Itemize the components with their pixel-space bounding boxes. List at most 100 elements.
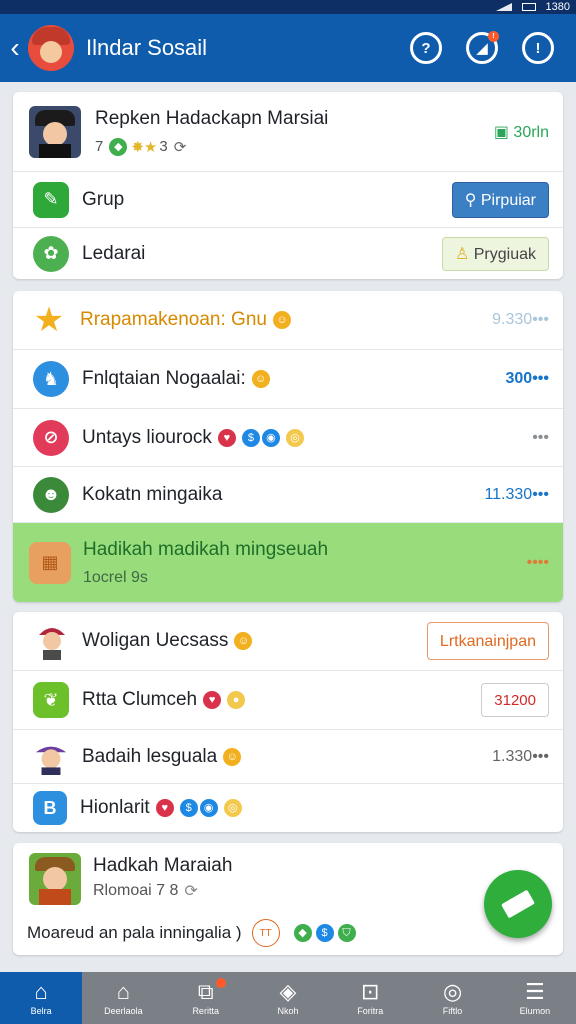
signal-icon bbox=[495, 3, 512, 11]
notification-badge: ! bbox=[488, 31, 499, 42]
post-card: Hadkah Maraiah Rlomoai 7 8 ⟳ Moareud an … bbox=[13, 843, 563, 955]
help-chat-icon[interactable]: ? bbox=[410, 32, 442, 64]
list-item[interactable]: Badaih lesguala ☺ 1.330••• bbox=[13, 730, 563, 784]
highlight-row[interactable]: ▦ Hadikah madikah mingseuah 1ocrel 9s ••… bbox=[13, 523, 563, 602]
emoji-icon: ☺ bbox=[272, 311, 291, 329]
user-icon: ⚲ bbox=[464, 191, 477, 209]
leader-label: Ledarai bbox=[82, 242, 146, 264]
badge-icon: $ bbox=[241, 428, 260, 447]
coin-icon: ◎ bbox=[285, 428, 304, 447]
leaf-icon: ◆ bbox=[109, 137, 128, 156]
nav-item-menu[interactable]: ☰ Elumon bbox=[494, 972, 576, 1024]
highlight-more[interactable]: •••• bbox=[527, 554, 549, 572]
home-icon: ⌂ bbox=[116, 979, 131, 1004]
heart-icon: ♥ bbox=[217, 428, 236, 447]
compose-button[interactable] bbox=[484, 870, 552, 938]
notification-badge bbox=[215, 978, 226, 988]
coin-icon: ◎ bbox=[223, 799, 242, 817]
list-item[interactable]: ★ Rrapamakenoan: Gnu ☺ 9.330••• bbox=[13, 291, 563, 350]
balance: ▣ 30rln bbox=[493, 123, 549, 141]
sync-icon: ⟳ bbox=[173, 138, 187, 156]
layers-icon: ◈ bbox=[279, 979, 297, 1004]
list-item[interactable]: ❦ Rtta Clumceh ♥ ● 31200 bbox=[13, 671, 563, 730]
bell-icon: ♙ bbox=[454, 245, 470, 263]
list-item[interactable]: B Hionlarit ♥ $ ◉ ◎ bbox=[13, 784, 563, 832]
meta-count: 7 bbox=[95, 138, 104, 155]
coin-icon: ● bbox=[227, 691, 246, 709]
group-action-button[interactable]: ⚲ Pirpuiar bbox=[451, 181, 549, 218]
emoji-icon: ☺ bbox=[234, 632, 253, 650]
badge-icon: ◉ bbox=[199, 799, 218, 817]
friends-card: Woligan Uecsass ☺ Lrtkanainjpan ❦ Rtta C… bbox=[13, 612, 563, 832]
target-icon: ⊘ bbox=[33, 419, 69, 456]
emoji-icon: ☺ bbox=[251, 370, 270, 388]
badge-icon: ◆ bbox=[293, 924, 312, 942]
nav-item-explore[interactable]: ⌂ Deerlaola bbox=[82, 972, 164, 1024]
user-circle-icon: ♞ bbox=[33, 361, 69, 397]
menu-icon: ☰ bbox=[524, 979, 545, 1004]
nav-item-layers[interactable]: ◈ Nkoh bbox=[247, 972, 329, 1024]
list-value: ••• bbox=[532, 428, 549, 446]
friend-action-button[interactable]: Lrtkanainjpan bbox=[426, 622, 549, 660]
avatar bbox=[35, 623, 69, 660]
shield-icon: ⛉ bbox=[337, 924, 356, 942]
leaf-icon: ✎ bbox=[33, 181, 69, 218]
profile-row[interactable]: Repken Hadackapn Marsiai 7 ◆ ✸★ 3 ⟳ ▣ 30… bbox=[13, 92, 563, 172]
home-outline-icon: ⌂ bbox=[34, 979, 48, 1004]
wallet-icon: ▣ bbox=[493, 123, 509, 141]
app-bar: ‹ Ilndar Sosail ? ◢! ! bbox=[0, 14, 576, 82]
pencil-icon bbox=[501, 889, 535, 919]
avatar[interactable] bbox=[29, 853, 81, 905]
emoji-icon: ☺ bbox=[223, 747, 242, 766]
tag-icon[interactable]: TT bbox=[251, 919, 280, 947]
badge-icon: ✿ bbox=[33, 235, 69, 272]
avatar: ☻ bbox=[33, 476, 69, 513]
notification-icon[interactable]: ◢! bbox=[466, 31, 499, 64]
status-bar: 1380 bbox=[0, 0, 576, 14]
ranking-card: ★ Rrapamakenoan: Gnu ☺ 9.330••• ♞ Fnlqta… bbox=[13, 291, 563, 602]
chevron-left-icon[interactable]: ‹ bbox=[4, 14, 26, 82]
highlight-title: Hadikah madikah mingseuah bbox=[83, 538, 329, 560]
friend-value: 1.330••• bbox=[492, 747, 549, 765]
nav-item-shop[interactable]: ⊡ Foritra bbox=[329, 972, 411, 1024]
friend-value-badge[interactable]: 31200 bbox=[481, 683, 549, 717]
group-row[interactable]: ✎ Grup ⚲ Pirpuiar bbox=[13, 172, 563, 228]
bottom-nav: ⌂ Belra ⌂ Deerlaola ⧉ Reritta ◈ Nkoh ⊡ F… bbox=[0, 972, 576, 1024]
profile-meta: 7 ◆ ✸★ 3 ⟳ bbox=[95, 137, 328, 156]
highlight-subtitle: 1ocrel 9s bbox=[83, 568, 148, 586]
profile-name: Repken Hadackapn Marsiai bbox=[95, 107, 329, 129]
bold-icon: B bbox=[33, 791, 67, 825]
list-value: 300••• bbox=[505, 370, 550, 387]
group-label: Grup bbox=[82, 188, 125, 210]
list-item[interactable]: ☻ Kokatn mingaika 11.330••• bbox=[13, 467, 563, 523]
star-icon: ★ bbox=[33, 301, 65, 339]
nav-item-chat[interactable]: ⧉ Reritta bbox=[165, 972, 247, 1024]
post-author: Hadkah Maraiah bbox=[93, 855, 233, 876]
box-icon: ▦ bbox=[29, 541, 71, 584]
shop-icon: ⊡ bbox=[361, 979, 380, 1004]
heart-icon: ♥ bbox=[155, 799, 174, 817]
list-value: 11.330••• bbox=[484, 485, 549, 503]
avatar[interactable] bbox=[28, 25, 74, 71]
nav-item-profile[interactable]: ◎ Fiftlo bbox=[411, 972, 493, 1024]
post-text: Moareud an pala inningalia ) TT ◆ $ ⛉ bbox=[27, 919, 356, 947]
heart-icon: ♥ bbox=[203, 691, 222, 709]
nav-item-home[interactable]: ⌂ Belra bbox=[0, 972, 83, 1024]
list-value: 9.330••• bbox=[492, 311, 549, 328]
leader-row[interactable]: ✿ Ledarai ♙ Prygiuak bbox=[13, 228, 563, 279]
chat-icon: ⧉ bbox=[197, 979, 214, 1004]
list-item[interactable]: ⊘ Untays liourock ♥ $ ◉ ◎ ••• bbox=[13, 409, 563, 467]
page-title: Ilndar Sosail bbox=[86, 35, 208, 60]
status-time: 1380 bbox=[545, 1, 570, 13]
badge-icon: $ bbox=[315, 924, 334, 942]
leaf-icon: ❦ bbox=[33, 682, 69, 718]
info-icon[interactable]: ! bbox=[522, 32, 554, 64]
circle-icon: ◎ bbox=[442, 979, 463, 1004]
battery-icon bbox=[521, 3, 536, 11]
meta-count: 3 bbox=[159, 138, 168, 155]
post-meta: Rlomoai 7 8 ⟳ bbox=[93, 882, 198, 900]
sync-icon: ⟳ bbox=[184, 883, 198, 900]
leader-action-button[interactable]: ♙ Prygiuak bbox=[441, 236, 549, 271]
list-item[interactable]: ♞ Fnlqtaian Nogaalai: ☺ 300••• bbox=[13, 350, 563, 409]
list-item[interactable]: Woligan Uecsass ☺ Lrtkanainjpan bbox=[13, 612, 563, 671]
